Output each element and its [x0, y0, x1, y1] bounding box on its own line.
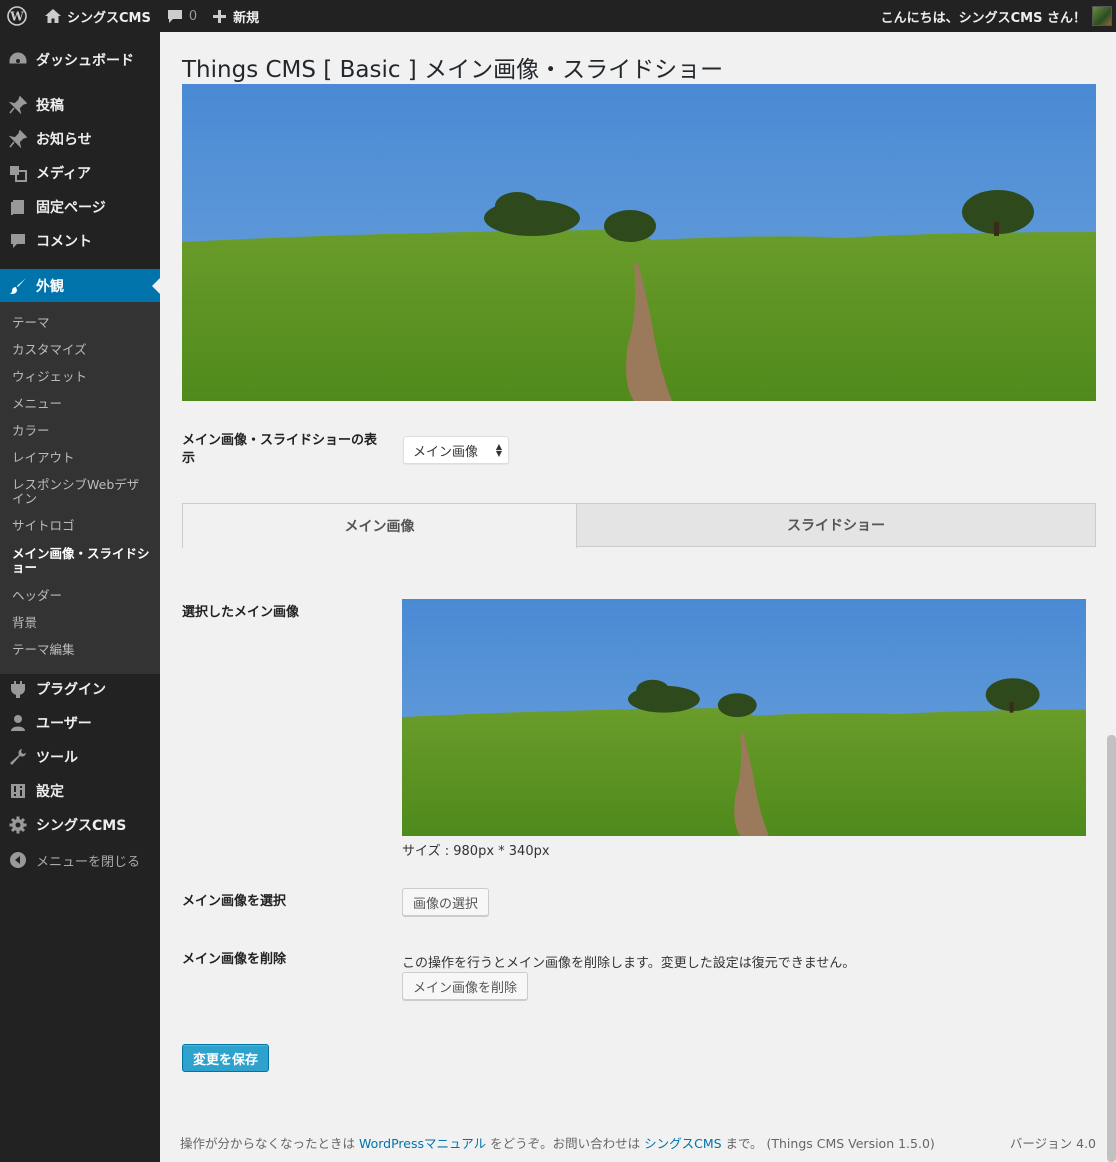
- svg-text:W: W: [9, 10, 24, 24]
- page-title: Things CMS [ Basic ] メイン画像・スライドショー: [182, 57, 724, 83]
- footer-text-after: まで。 (Things CMS Version 1.5.0): [721, 1136, 935, 1151]
- sidebar-item-label: 外観: [36, 279, 64, 295]
- site-name: シングスCMS: [67, 10, 151, 26]
- collapse-menu-button[interactable]: メニューを閉じる: [0, 843, 160, 877]
- sidebar-item-label: お知らせ: [36, 132, 92, 148]
- comment-bubble-icon: [167, 9, 183, 24]
- sidebar-item-label: 投稿: [36, 98, 64, 114]
- media-icon: [0, 164, 36, 182]
- plus-icon: [213, 9, 227, 23]
- plugin-icon: [0, 680, 36, 698]
- sidebar-item-label: ダッシュボード: [36, 53, 134, 69]
- sidebar-item-label: 設定: [36, 784, 64, 800]
- display-select[interactable]: メイン画像 ▲ ▼: [403, 436, 509, 464]
- sidebar-item-label: プラグイン: [36, 682, 106, 698]
- my-account[interactable]: こんにちは、シングスCMS さん！: [881, 0, 1116, 32]
- comments-count: 0: [188, 8, 198, 24]
- settings-icon: [0, 782, 36, 800]
- page-scrollbar[interactable]: [1107, 735, 1116, 1162]
- new-content-link[interactable]: 新規: [205, 0, 267, 32]
- greeting-text: こんにちは、シングスCMS さん！: [880, 10, 1086, 26]
- display-label: メイン画像・スライドショーの表示: [182, 433, 378, 466]
- submenu-item-menus[interactable]: メニュー: [12, 397, 152, 411]
- sidebar-item-plugins[interactable]: プラグイン: [0, 672, 160, 706]
- sidebar-item-label: コメント: [36, 234, 92, 250]
- sidebar-item-label: 固定ページ: [36, 200, 106, 216]
- avatar: [1092, 6, 1112, 26]
- tab-label: スライドショー: [787, 518, 885, 534]
- home-icon: [45, 9, 61, 23]
- tab-label: メイン画像: [344, 519, 415, 535]
- pin-icon: [0, 130, 36, 148]
- dashboard-icon: [0, 51, 36, 69]
- delete-description: この操作を行うとメイン画像を削除します。変更した設定は復元できません。: [402, 956, 856, 971]
- pin-icon: [0, 96, 36, 114]
- page-icon: [0, 198, 36, 216]
- submenu-item-responsive[interactable]: レスポンシブWebデザイン: [12, 478, 150, 506]
- gear-icon: [0, 816, 36, 834]
- submenu-item-widgets[interactable]: ウィジェット: [12, 370, 152, 384]
- brush-icon: [0, 277, 36, 295]
- footer-text-middle: をどうぞ。お問い合わせは: [486, 1136, 645, 1151]
- tab-slideshow[interactable]: スライドショー: [576, 503, 1096, 547]
- select-image-button[interactable]: 画像の選択: [402, 888, 489, 916]
- submenu-item-colors[interactable]: カラー: [12, 424, 152, 438]
- user-icon: [0, 714, 36, 732]
- current-arrow: [152, 278, 160, 294]
- site-name-link[interactable]: シングスCMS: [37, 0, 159, 32]
- sidebar-item-label: シングスCMS: [36, 818, 127, 834]
- tab-main-image[interactable]: メイン画像: [182, 503, 577, 548]
- sidebar-item-posts[interactable]: 投稿: [0, 88, 160, 122]
- submenu-item-theme-editor[interactable]: テーマ編集: [12, 643, 152, 657]
- selected-image-label: 選択したメイン画像: [182, 605, 300, 620]
- submenu-item-site-logo[interactable]: サイトロゴ: [12, 519, 152, 533]
- version-text: バージョン 4.0: [1009, 1136, 1096, 1151]
- sidebar-item-users[interactable]: ユーザー: [0, 706, 160, 740]
- submenu-item-background[interactable]: 背景: [12, 616, 152, 630]
- sidebar-item-pages[interactable]: 固定ページ: [0, 190, 160, 224]
- submenu-item-main-image-slideshow[interactable]: メイン画像・スライドショー: [12, 547, 150, 575]
- sidebar-item-settings[interactable]: 設定: [0, 774, 160, 808]
- sidebar-item-label: ユーザー: [36, 716, 92, 732]
- save-changes-button[interactable]: 変更を保存: [182, 1044, 269, 1072]
- footer-contact-link[interactable]: シングスCMS: [644, 1136, 721, 1151]
- main-image-preview: [182, 84, 1096, 401]
- new-label: 新規: [233, 10, 260, 26]
- footer-manual-link[interactable]: WordPressマニュアル: [359, 1136, 486, 1151]
- sidebar-item-label: ツール: [36, 750, 78, 766]
- sidebar-item-news[interactable]: お知らせ: [0, 122, 160, 156]
- image-size-text: サイズ : 980px * 340px: [402, 844, 550, 859]
- sidebar-item-label: メディア: [36, 166, 92, 182]
- submenu-item-header[interactable]: ヘッダー: [12, 589, 152, 603]
- selected-image-preview: [402, 599, 1086, 836]
- delete-image-button[interactable]: メイン画像を削除: [402, 972, 528, 1000]
- select-arrows-icon: ▲ ▼: [495, 442, 502, 458]
- submenu-item-layout[interactable]: レイアウト: [12, 451, 152, 465]
- sidebar-item-appearance[interactable]: 外観: [0, 269, 160, 303]
- collapse-label: メニューを閉じる: [36, 854, 141, 870]
- comment-icon: [0, 232, 36, 250]
- submenu-item-customize[interactable]: カスタマイズ: [12, 343, 152, 357]
- sidebar-item-comments[interactable]: コメント: [0, 224, 160, 258]
- comments-link[interactable]: 0: [159, 0, 205, 32]
- select-image-label: メイン画像を選択: [182, 894, 287, 909]
- main-content: Things CMS [ Basic ] メイン画像・スライドショー メイン画像…: [160, 32, 1116, 1162]
- submenu-item-themes[interactable]: テーマ: [12, 316, 152, 330]
- display-select-value: メイン画像: [413, 444, 479, 460]
- footer-text-before: 操作が分からなくなったときは: [180, 1136, 359, 1151]
- sidebar-item-media[interactable]: メディア: [0, 156, 160, 190]
- admin-bar: W シングスCMS 0 新規 こんにちは、シングスCMS さん！: [0, 0, 1116, 32]
- sidebar-item-dashboard[interactable]: ダッシュボード: [0, 43, 160, 77]
- collapse-arrow-icon: [0, 852, 36, 868]
- sidebar-item-things-cms[interactable]: シングスCMS: [0, 808, 160, 842]
- footer-text: 操作が分からなくなったときは WordPressマニュアル をどうぞ。お問い合わ…: [180, 1133, 935, 1152]
- wrench-icon: [0, 748, 36, 766]
- appearance-submenu: テーマ カスタマイズ ウィジェット メニュー カラー レイアウト レスポンシブW…: [0, 302, 160, 674]
- sidebar-item-tools[interactable]: ツール: [0, 740, 160, 774]
- wordpress-logo-icon[interactable]: W: [0, 0, 37, 32]
- delete-image-label: メイン画像を削除: [182, 952, 287, 967]
- admin-sidebar: ダッシュボード 投稿 お知らせ メディア 固定ページ コメント 外観 テーマ カ…: [0, 32, 160, 1162]
